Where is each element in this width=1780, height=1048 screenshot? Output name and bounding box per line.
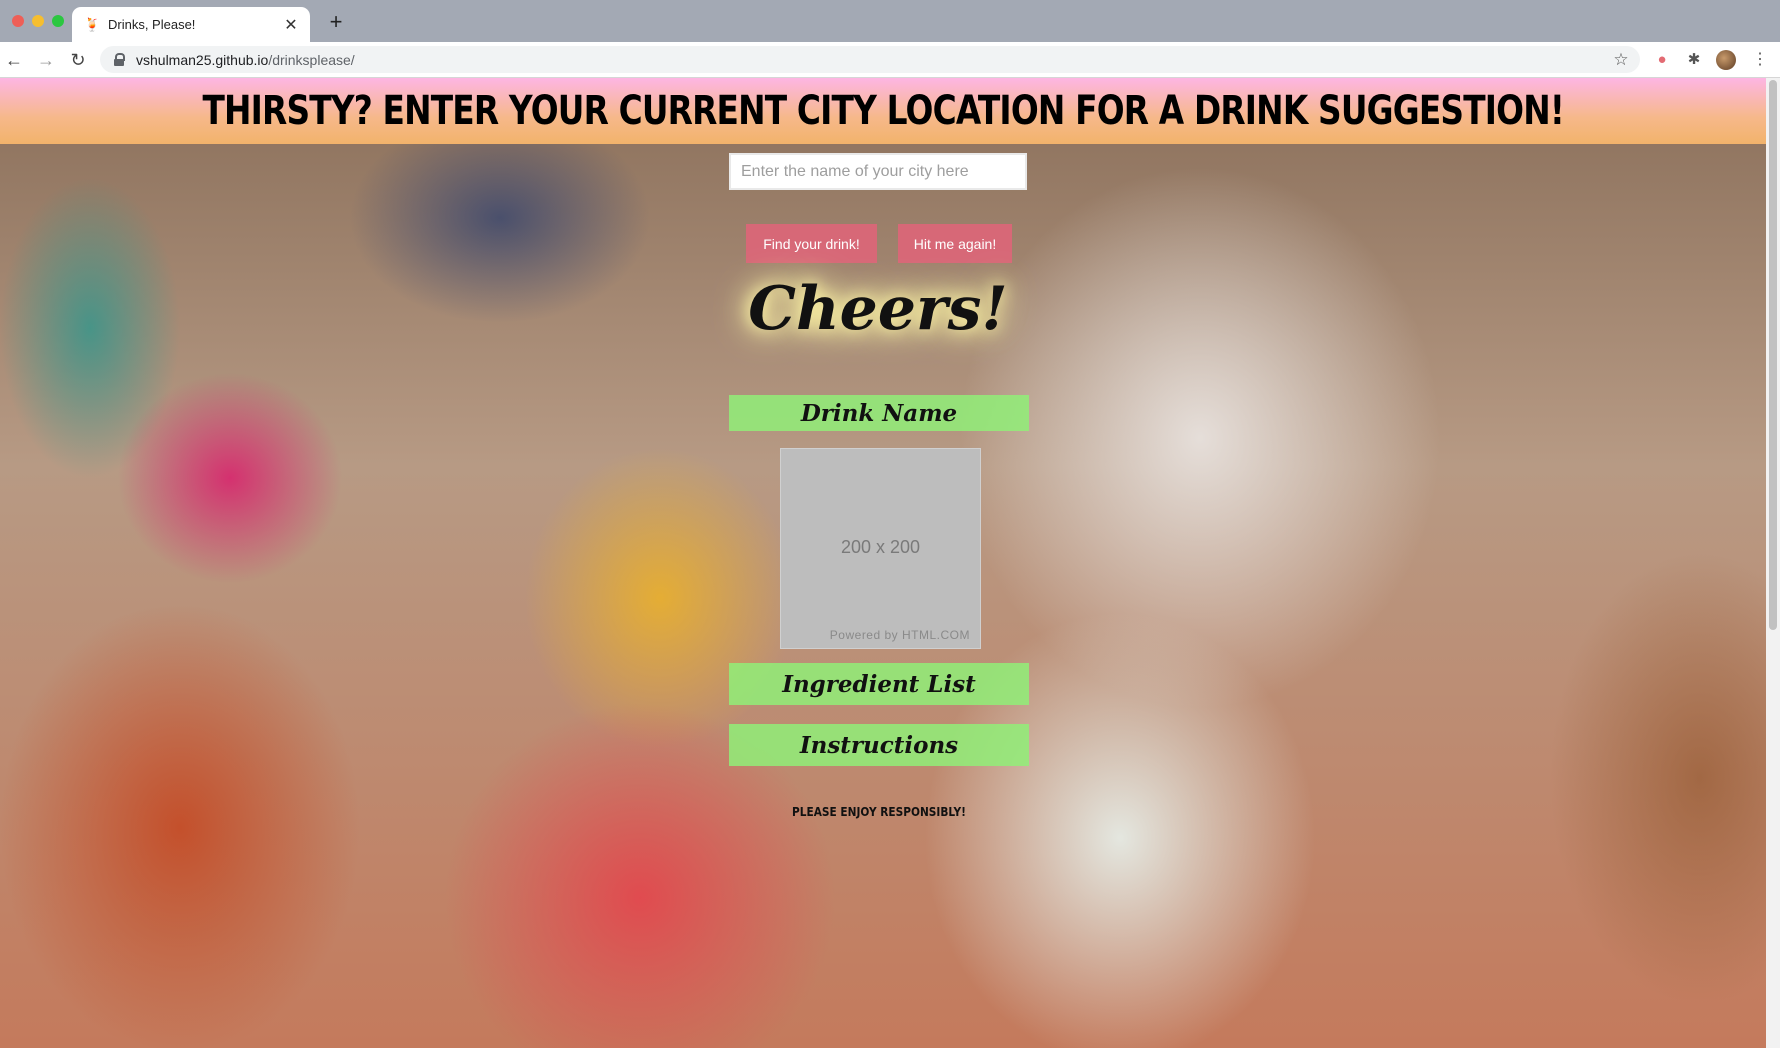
find-drink-button[interactable]: Find your drink! (746, 224, 877, 263)
cocktail-icon: 🍹 (84, 16, 101, 32)
page-title: THIRSTY? ENTER YOUR CURRENT CITY LOCATIO… (202, 88, 1564, 134)
tab-title: Drinks, Please! (108, 17, 196, 32)
extensions-puzzle-icon[interactable]: ✱ (1684, 50, 1704, 70)
forward-arrow-icon[interactable]: → (34, 48, 58, 72)
page-scrollbar[interactable] (1766, 78, 1780, 1048)
browser-tab[interactable]: 🍹 Drinks, Please! ✕ (72, 7, 310, 42)
lock-icon (114, 53, 125, 66)
browser-toolbar: ← → ↻ vshulman25.github.io/drinksplease/… (0, 42, 1780, 78)
address-bar[interactable]: vshulman25.github.io/drinksplease/ ☆ (100, 46, 1640, 73)
city-search-input[interactable] (729, 153, 1027, 190)
url-text[interactable]: vshulman25.github.io/drinksplease/ (136, 52, 1610, 68)
url-domain: vshulman25.github.io (136, 51, 269, 68)
back-arrow-icon[interactable]: ← (2, 48, 26, 72)
drink-name-heading: Drink Name (729, 395, 1029, 431)
new-tab-icon[interactable]: + (324, 9, 348, 35)
cheers-heading: Cheers! (748, 274, 1008, 344)
close-window-button[interactable] (12, 15, 24, 27)
enjoy-responsibly-note: PLEASE ENJOY RESPONSIBLY! (792, 805, 966, 819)
page-header: THIRSTY? ENTER YOUR CURRENT CITY LOCATIO… (0, 78, 1766, 144)
page-viewport: THIRSTY? ENTER YOUR CURRENT CITY LOCATIO… (0, 78, 1766, 1048)
ingredient-list-heading: Ingredient List (729, 663, 1029, 705)
scrollbar-thumb[interactable] (1769, 80, 1777, 630)
profile-avatar[interactable] (1716, 50, 1736, 70)
record-extension-icon[interactable]: ● (1652, 50, 1672, 70)
image-size-label: 200 x 200 (840, 537, 921, 557)
close-tab-icon[interactable]: ✕ (282, 15, 300, 35)
drink-image-placeholder: 200 x 200 Powered by HTML.COM (780, 448, 981, 649)
more-menu-icon[interactable]: ⋮ (1750, 50, 1770, 70)
reload-icon[interactable]: ↻ (66, 48, 90, 72)
maximize-window-button[interactable] (52, 15, 64, 27)
bookmark-star-icon[interactable]: ☆ (1610, 50, 1632, 70)
hit-me-again-button[interactable]: Hit me again! (898, 224, 1012, 263)
minimize-window-button[interactable] (32, 15, 44, 27)
instructions-heading: Instructions (729, 724, 1029, 766)
image-powered-by: Powered by HTML.COM (829, 628, 970, 642)
tab-bar: 🍹 Drinks, Please! ✕ + (0, 0, 1780, 42)
url-path: /drinksplease/ (268, 51, 355, 68)
